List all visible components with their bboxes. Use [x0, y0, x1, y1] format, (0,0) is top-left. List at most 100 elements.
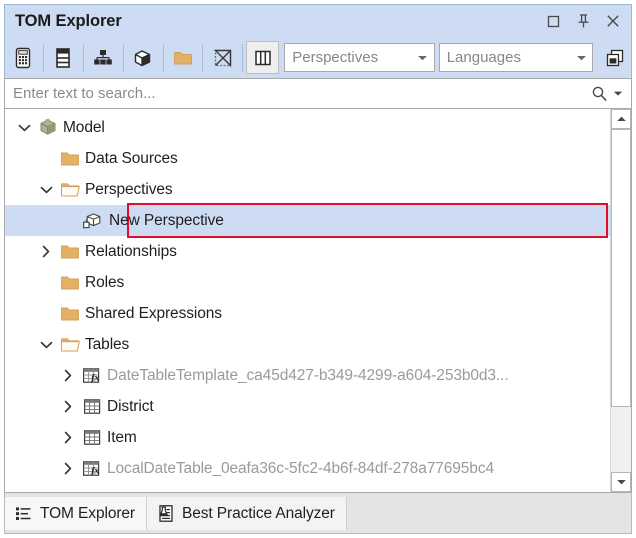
toolbar-separator	[242, 44, 243, 72]
chevron-right-icon[interactable]	[57, 462, 79, 475]
tab-best-practice-analyzer[interactable]: Best Practice Analyzer	[147, 497, 347, 530]
columns-icon	[252, 47, 274, 69]
tree-row[interactable]: Model	[5, 112, 610, 143]
tree-row[interactable]: New Perspective	[5, 205, 610, 236]
perspective-icon	[79, 211, 105, 231]
title-bar-buttons	[543, 11, 631, 31]
tree-row-label: LocalDateTable_0eafa36c-5fc2-4b6f-84df-2…	[105, 460, 494, 478]
table-layout-button[interactable]	[47, 41, 80, 74]
scroll-down-button[interactable]	[611, 472, 631, 492]
search-bar-icons	[591, 85, 631, 102]
calculator-button[interactable]	[7, 41, 40, 74]
folder-icon	[57, 243, 83, 261]
hidden-objects-button[interactable]	[206, 41, 239, 74]
folder-icon	[57, 274, 83, 292]
close-button[interactable]	[603, 11, 623, 31]
tree-row-label: Perspectives	[83, 181, 173, 199]
folder-open-icon	[57, 336, 83, 354]
calc-table-icon: fx	[79, 367, 105, 385]
languages-dropdown-label: Languages	[440, 49, 570, 66]
search-icon[interactable]	[591, 85, 608, 102]
chevron-down-icon[interactable]	[13, 123, 35, 133]
page-title: TOM Explorer	[5, 12, 122, 31]
toolbar-separator	[123, 44, 124, 72]
chevron-right-icon[interactable]	[57, 400, 79, 413]
table-icon	[79, 429, 105, 447]
hierarchy-icon	[92, 47, 114, 69]
analyzer-icon	[156, 504, 175, 523]
model-tree[interactable]: Model Data Sources Perspectives New Perspec…	[5, 109, 610, 492]
folder-icon	[57, 305, 83, 323]
tree-row-label: Data Sources	[83, 150, 178, 168]
tab-label: Best Practice Analyzer	[182, 505, 335, 523]
perspectives-dropdown-label: Perspectives	[285, 49, 411, 66]
model-cube-icon	[35, 118, 61, 138]
tree-row[interactable]: Shared Expressions	[5, 298, 610, 329]
toolbar-separator	[202, 44, 203, 72]
chevron-right-icon[interactable]	[57, 369, 79, 382]
tom-explorer-window: TOM Explorer	[0, 0, 636, 538]
copy-windows-button[interactable]	[599, 41, 630, 74]
tree-row-label: Shared Expressions	[83, 305, 222, 323]
tree-row-label: LocalDateTable_2403841f-d1ed-4123-bf26-4…	[105, 491, 501, 493]
languages-dropdown[interactable]: Languages	[439, 43, 593, 72]
tree-row[interactable]: fxLocalDateTable_2403841f-d1ed-4123-bf26…	[5, 484, 610, 492]
tree-row-label: Roles	[83, 274, 124, 292]
model-cube-button[interactable]	[127, 41, 160, 74]
scrollbar-track[interactable]	[611, 129, 631, 472]
folder-open-icon	[57, 181, 83, 199]
calc-table-icon: fx	[79, 460, 105, 478]
calc-table-icon: fx	[79, 491, 105, 493]
folder-icon	[57, 150, 83, 168]
chevron-right-icon[interactable]	[35, 245, 57, 258]
tree-row[interactable]: fx LocalDateTable_0eafa36c-5fc2-4b6f-84df…	[5, 453, 610, 484]
tree-row-label: Item	[105, 429, 137, 447]
search-bar[interactable]	[4, 78, 632, 109]
maximize-button[interactable]	[543, 11, 563, 31]
chevron-down-icon[interactable]	[35, 185, 57, 195]
cascade-windows-icon	[605, 48, 625, 68]
perspectives-dropdown[interactable]: Perspectives	[284, 43, 434, 72]
tree-row[interactable]: Roles	[5, 267, 610, 298]
scrollbar-thumb[interactable]	[611, 129, 631, 407]
tab-tom-explorer[interactable]: TOM Explorer	[5, 497, 147, 530]
hierarchy-button[interactable]	[87, 41, 120, 74]
calculator-icon	[12, 47, 34, 69]
toolbar-separator	[83, 44, 84, 72]
scroll-up-button[interactable]	[611, 109, 631, 129]
tab-label: TOM Explorer	[40, 505, 135, 523]
bottom-tab-strip: TOM Explorer Best Practice Analyzer	[4, 493, 632, 534]
chevron-down-icon[interactable]	[35, 340, 57, 350]
chevron-down-icon[interactable]	[613, 90, 623, 97]
cube-icon	[132, 47, 154, 69]
svg-text:fx: fx	[91, 466, 99, 476]
folder-button[interactable]	[167, 41, 200, 74]
title-bar: TOM Explorer	[4, 4, 632, 37]
tree-row[interactable]: Relationships	[5, 236, 610, 267]
tree-row[interactable]: Tables	[5, 329, 610, 360]
tree-row-label: Tables	[83, 336, 129, 354]
list-tree-icon	[14, 504, 33, 523]
pin-button[interactable]	[573, 11, 593, 31]
chevron-down-icon	[570, 54, 592, 62]
tree-row-label: District	[105, 398, 154, 416]
chevron-down-icon	[412, 54, 434, 62]
toolbar-separator	[163, 44, 164, 72]
columns-button[interactable]	[246, 41, 279, 74]
search-input[interactable]	[5, 84, 591, 103]
chevron-right-icon[interactable]	[57, 431, 79, 444]
table-rows-icon	[52, 47, 74, 69]
svg-text:fx: fx	[91, 373, 99, 383]
tree-row-label: Relationships	[83, 243, 177, 261]
tree-view-container: Model Data Sources Perspectives New Perspec…	[4, 109, 632, 493]
table-icon	[79, 398, 105, 416]
tree-row[interactable]: District	[5, 391, 610, 422]
tree-row[interactable]: Data Sources	[5, 143, 610, 174]
tree-row[interactable]: Item	[5, 422, 610, 453]
tree-row-label: Model	[61, 119, 105, 137]
tree-vertical-scrollbar[interactable]	[610, 109, 631, 492]
tree-row[interactable]: Perspectives	[5, 174, 610, 205]
tree-row-label: New Perspective	[105, 212, 224, 230]
toolbar: Perspectives Languages	[4, 37, 632, 78]
tree-row[interactable]: fxDateTableTemplate_ca45d427-b349-4299-a…	[5, 360, 610, 391]
